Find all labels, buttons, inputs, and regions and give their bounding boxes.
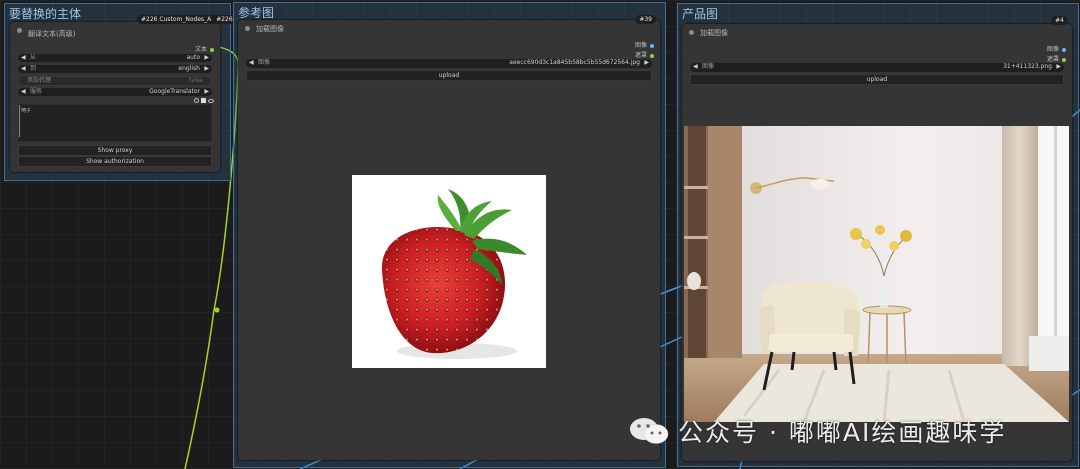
node-title: 翻译文本(高级) — [28, 30, 76, 38]
output-label: 图像 — [634, 42, 647, 49]
arrow-right-icon[interactable]: ▶ — [204, 65, 209, 73]
image-preview — [352, 175, 546, 368]
node-badge: #226 Custom_Nodes_A #226 — [137, 15, 237, 24]
node-title: 加载图像 — [256, 25, 284, 33]
output-port-icon[interactable] — [1062, 57, 1066, 62]
node-title: 加载图像 — [700, 29, 728, 37]
arrow-right-icon[interactable]: ▶ — [204, 54, 209, 62]
arrow-left-icon[interactable]: ◀ — [21, 88, 26, 96]
combo-value: 31+411323.png — [1003, 63, 1052, 70]
arrow-right-icon[interactable]: ▶ — [204, 88, 209, 96]
image-combo[interactable]: ◀ 图像 aeecc690d3c1a845b58bc5b55d672564.jp… — [246, 59, 652, 68]
combo-label: 图像 — [258, 59, 271, 66]
output-text[interactable]: 文本 — [195, 44, 214, 53]
combo-value: aeecc690d3c1a845b58bc5b55d672564.jpg — [509, 59, 640, 66]
output-port-icon[interactable] — [650, 53, 654, 58]
output-label: 遮罩 — [634, 52, 647, 59]
checkbox-icon[interactable] — [201, 98, 206, 103]
load-image-node-reference[interactable]: 加载图像 #39 图像 遮罩 ◀ 图像 aeecc690d3c1a845b58b… — [238, 15, 660, 460]
text-input-value: 椅子 — [21, 108, 32, 114]
to-combo[interactable]: ◀ 到 english ▶ — [18, 65, 212, 73]
watermark-text: 公众号 · 嘟嘟AI绘画趣味学 — [678, 418, 1007, 447]
combo-label: 从 — [30, 54, 37, 61]
output-label: 图像 — [1046, 46, 1059, 53]
text-caret — [19, 105, 20, 137]
wechat-icon — [630, 418, 669, 444]
output-image[interactable]: 图像 — [635, 40, 654, 49]
collapse-dot-icon[interactable] — [17, 28, 22, 33]
node-badge-id: #39 — [635, 15, 656, 24]
show-authorization-button[interactable]: Show authorization — [18, 156, 212, 167]
collapse-dot-icon[interactable] — [689, 30, 694, 35]
arrow-left-icon[interactable]: ◀ — [249, 59, 254, 67]
group-title: 产品图 — [682, 7, 719, 21]
combo-value: GoogleTranslator — [149, 88, 200, 95]
toggle-value: false — [188, 77, 203, 84]
output-label: 文本 — [194, 46, 207, 53]
arrow-left-icon[interactable]: ◀ — [21, 65, 26, 73]
upload-button[interactable]: upload — [246, 70, 652, 81]
combo-value: auto — [186, 54, 200, 61]
text-input[interactable]: 椅子 — [18, 104, 212, 142]
node-header[interactable]: 加载图像 — [238, 20, 660, 38]
output-port-icon[interactable] — [650, 43, 654, 48]
upload-button[interactable]: upload — [690, 74, 1064, 85]
image-preview — [684, 126, 1069, 422]
image-combo[interactable]: ◀ 图像 31+411323.png ▶ — [690, 63, 1064, 72]
circle-icon[interactable] — [194, 98, 199, 103]
arrow-right-icon[interactable]: ▶ — [644, 59, 649, 67]
proxy-toggle[interactable]: 添加代理 false — [18, 76, 212, 86]
group-title: 参考图 — [238, 6, 275, 20]
from-combo[interactable]: ◀ 从 auto ▶ — [18, 54, 212, 62]
output-image[interactable]: 图像 — [1047, 44, 1066, 53]
show-proxy-button[interactable]: Show proxy — [18, 145, 212, 156]
textarea-toolbar — [194, 98, 214, 103]
node-header[interactable]: 翻译文本(高级) — [10, 22, 220, 40]
combo-label: 到 — [30, 65, 37, 72]
node-header[interactable]: 加载图像 — [682, 24, 1072, 42]
badge-id: #226 — [216, 16, 233, 23]
load-image-node-product[interactable]: 加载图像 #4 图像 遮罩 ◀ 图像 31+411323.png ▶ uploa… — [682, 16, 1072, 461]
output-port-icon[interactable] — [1062, 47, 1066, 52]
collapse-dot-icon[interactable] — [245, 26, 250, 31]
group-title: 要替换的主体 — [9, 7, 82, 21]
node-badge-id: #4 — [1051, 16, 1068, 25]
strawberry-image — [381, 189, 527, 359]
translate-text-node[interactable]: 翻译文本(高级) #226 Custom_Nodes_A #226 文本 ◀ 从… — [10, 15, 237, 172]
room-interior-image — [684, 126, 1069, 422]
watermark: 公众号 · 嘟嘟AI绘画趣味学 — [628, 413, 1006, 449]
output-mask[interactable]: 遮罩 — [635, 50, 654, 59]
output-port-icon[interactable] — [210, 47, 214, 52]
service-combo[interactable]: ◀ 服务 GoogleTranslator ▶ — [18, 88, 212, 96]
combo-label: 服务 — [30, 88, 43, 95]
toggle-label: 添加代理 — [27, 77, 52, 84]
combo-value: english — [178, 65, 200, 72]
arrow-left-icon[interactable]: ◀ — [21, 54, 26, 62]
output-mask[interactable]: 遮罩 — [1047, 54, 1066, 63]
eye-icon[interactable] — [208, 99, 214, 103]
arrow-left-icon[interactable]: ◀ — [693, 63, 698, 71]
badge-name: #226 Custom_Nodes_A — [141, 16, 212, 23]
output-label: 遮罩 — [1046, 56, 1059, 63]
combo-label: 图像 — [702, 63, 715, 70]
arrow-right-icon[interactable]: ▶ — [1056, 63, 1061, 71]
